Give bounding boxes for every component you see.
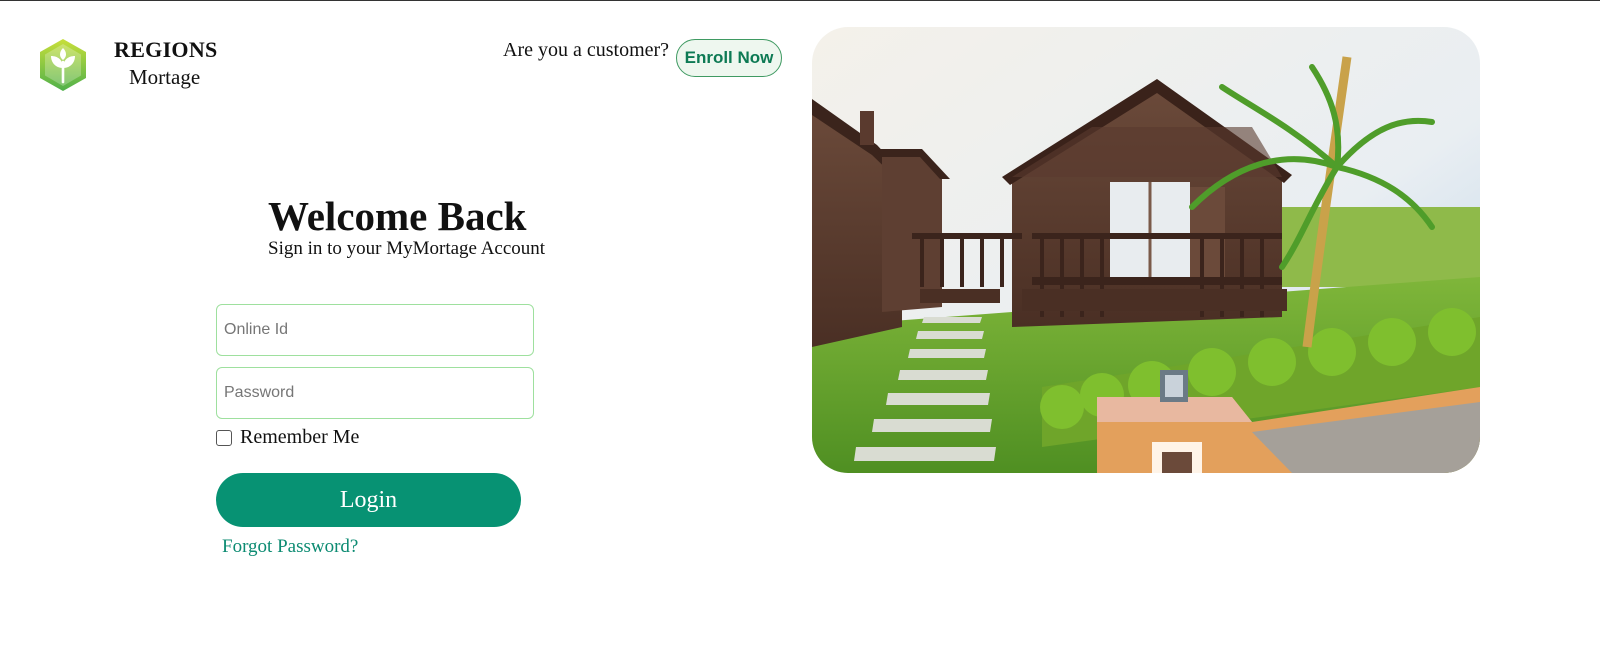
- customer-question: Are you a customer?: [503, 39, 670, 61]
- brand-name: REGIONS: [114, 37, 218, 62]
- leaf-hexagon-icon: [38, 38, 88, 92]
- remember-me-label: Remember Me: [240, 426, 360, 448]
- login-button[interactable]: Login: [216, 473, 521, 527]
- remember-me-checkbox[interactable]: [216, 429, 232, 446]
- hero-image: [812, 27, 1480, 473]
- remember-me-row[interactable]: Remember Me: [216, 426, 359, 449]
- page-subtitle: Sign in to your MyMortage Account: [268, 238, 546, 259]
- page-title: Welcome Back: [268, 193, 527, 239]
- enroll-now-button[interactable]: Enroll Now: [676, 39, 782, 77]
- password-input[interactable]: [216, 367, 534, 419]
- brand-subtitle: Mortage: [129, 65, 201, 89]
- forgot-password-link[interactable]: Forgot Password?: [222, 536, 358, 558]
- online-id-input[interactable]: [216, 304, 534, 356]
